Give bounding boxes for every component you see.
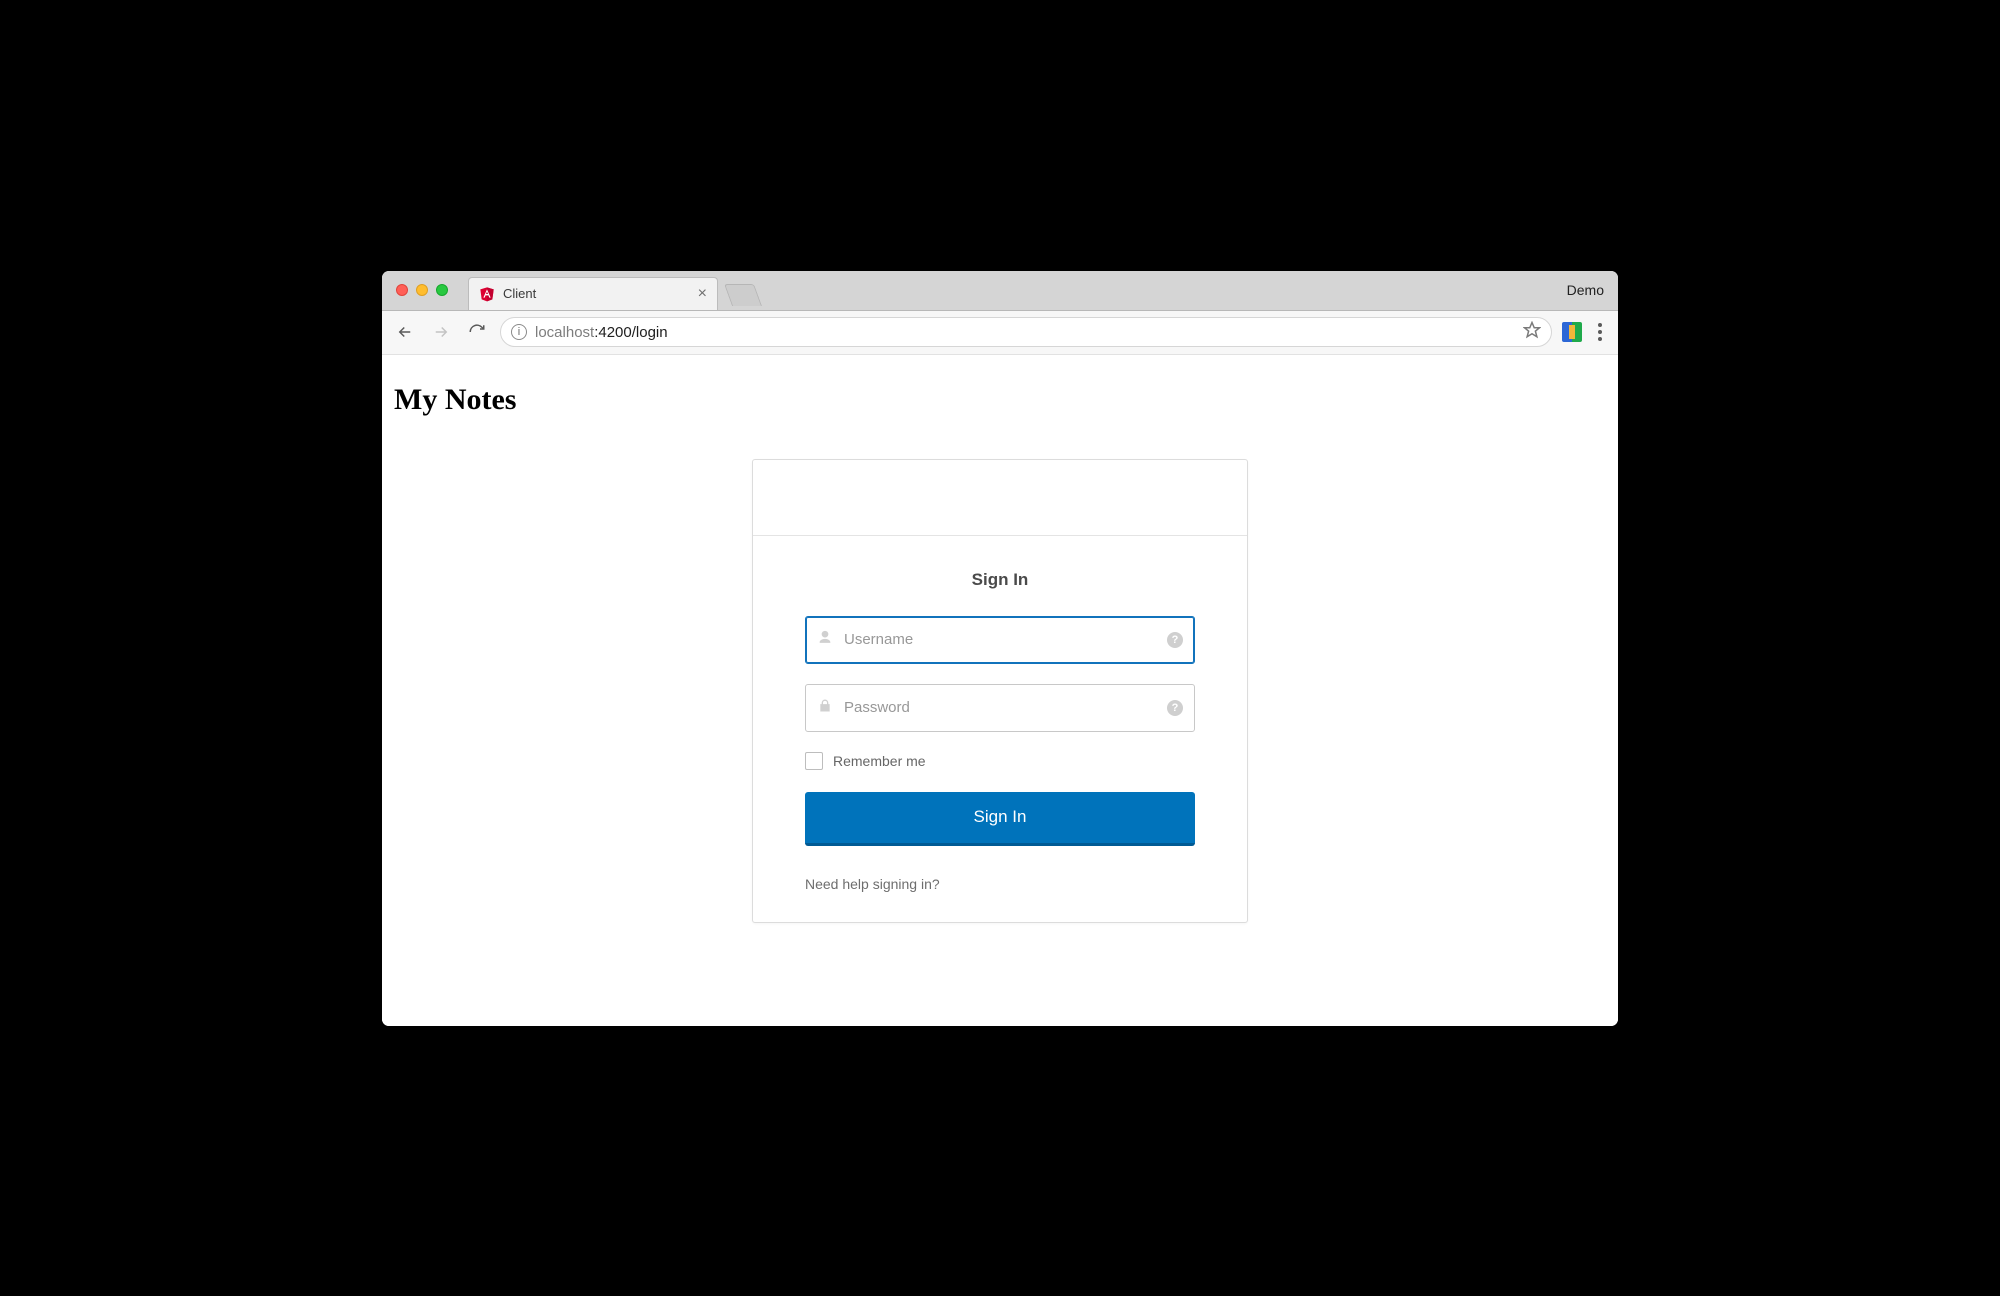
angular-icon <box>479 286 495 302</box>
window-controls <box>382 271 462 310</box>
signin-button[interactable]: Sign In <box>805 792 1195 846</box>
browser-window: Client × Demo i localhost:4200/login <box>382 271 1618 1026</box>
back-button[interactable] <box>392 319 418 345</box>
extension-icon[interactable] <box>1562 322 1582 342</box>
login-card-body: Sign In ? ? Remembe <box>753 536 1247 922</box>
new-tab-button[interactable] <box>724 284 762 306</box>
address-bar[interactable]: i localhost:4200/login <box>500 317 1552 347</box>
help-icon[interactable]: ? <box>1167 700 1183 716</box>
login-card: Sign In ? ? Remembe <box>752 459 1248 923</box>
password-field: ? <box>805 684 1195 732</box>
url-host: localhost <box>535 324 594 341</box>
browser-menu-icon[interactable] <box>1592 323 1608 341</box>
page-title: My Notes <box>394 383 1608 417</box>
checkbox-box <box>805 752 823 770</box>
remember-me-label: Remember me <box>833 753 926 769</box>
username-field: ? <box>805 616 1195 664</box>
minimize-window-button[interactable] <box>416 284 428 296</box>
page-viewport: My Notes Sign In ? ? <box>382 355 1618 1026</box>
tab-title: Client <box>503 286 536 301</box>
username-input[interactable] <box>805 616 1195 664</box>
demo-label: Demo <box>1567 271 1604 310</box>
login-card-header <box>753 460 1247 536</box>
zoom-window-button[interactable] <box>436 284 448 296</box>
password-input[interactable] <box>805 684 1195 732</box>
reload-button[interactable] <box>464 319 490 345</box>
tab-strip: Client × Demo <box>382 271 1618 311</box>
close-window-button[interactable] <box>396 284 408 296</box>
lock-icon <box>817 697 833 718</box>
help-icon[interactable]: ? <box>1167 632 1183 648</box>
signin-heading: Sign In <box>805 570 1195 590</box>
user-icon <box>817 629 833 650</box>
site-info-icon[interactable]: i <box>511 324 527 340</box>
bookmark-star-icon[interactable] <box>1523 321 1541 343</box>
help-signin-link[interactable]: Need help signing in? <box>805 876 940 892</box>
close-tab-icon[interactable]: × <box>698 286 707 302</box>
browser-toolbar: i localhost:4200/login <box>382 311 1618 355</box>
forward-button[interactable] <box>428 319 454 345</box>
browser-tab[interactable]: Client × <box>468 277 718 310</box>
url-text: localhost:4200/login <box>535 324 668 341</box>
url-path: :4200/login <box>594 324 667 341</box>
remember-me-checkbox[interactable]: Remember me <box>805 752 1195 770</box>
